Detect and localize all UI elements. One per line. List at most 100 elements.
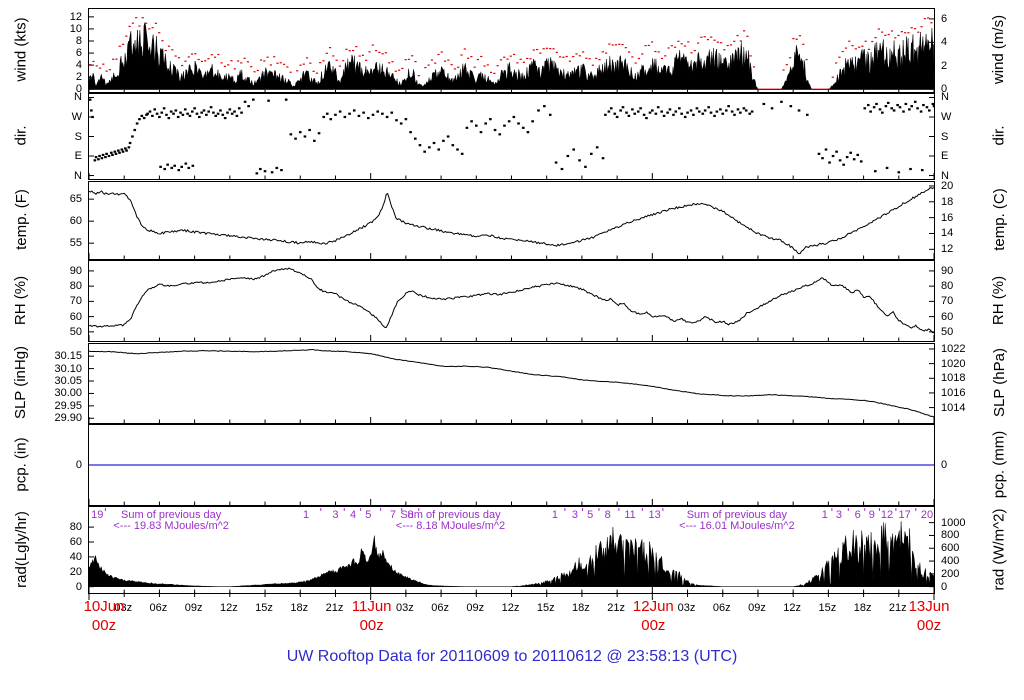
axis-title-left-text: SLP (inHg) [12, 345, 30, 420]
dir-point [180, 165, 184, 168]
wind-peak-dot [831, 76, 834, 78]
tick-label-left-temp: 60 [69, 215, 82, 228]
dir-point [512, 115, 516, 119]
dir-point [228, 108, 232, 111]
wind-peak-dot [328, 47, 332, 49]
wind-peak-dot [568, 60, 572, 62]
dir-point [89, 98, 92, 101]
wind-peak-dot [572, 56, 575, 58]
dir-point [170, 166, 174, 170]
dir-point [243, 100, 247, 103]
dir-point [166, 163, 169, 166]
wind-peak-dot [335, 59, 338, 61]
time-label-09z: 09z [748, 602, 766, 614]
axis-title-right-text: dir. [990, 125, 1008, 146]
wind-peak-dot [739, 40, 742, 42]
dir-point [678, 107, 681, 110]
dir-point [554, 161, 558, 164]
wind-peak-dot [220, 62, 223, 64]
dir-point [805, 113, 809, 116]
wind-peak-dot [141, 17, 144, 19]
wind-peak-dot [325, 52, 328, 54]
dir-point [308, 128, 311, 132]
wind-peak-dot [154, 22, 157, 24]
wind-peak-dot [746, 35, 749, 37]
dir-point [604, 113, 607, 116]
wind-peak-dot [253, 71, 256, 73]
wind-peak-dot [309, 62, 312, 64]
axis-title-right-rh: RH (%) [986, 260, 1012, 340]
dir-point [181, 113, 185, 116]
wind-peak-dot [650, 41, 654, 43]
wind-peak-dot [171, 49, 174, 51]
panel-rh [88, 260, 935, 342]
wind-peak-dot [526, 57, 529, 60]
wind-peak-dot [381, 53, 384, 55]
dir-point [724, 109, 728, 112]
dir-point [615, 115, 619, 119]
dir-point [325, 112, 329, 115]
axis-title-left-rh: RH (%) [8, 260, 34, 340]
temp-series-line [89, 187, 934, 255]
wind-peak-dot [302, 63, 305, 65]
dir-point [881, 111, 884, 114]
axis-title-right-text: wind (m/s) [990, 14, 1008, 85]
dir-point [489, 118, 492, 121]
dir-point [896, 103, 899, 107]
wind-peak-dot [112, 58, 115, 60]
dir-point [413, 137, 417, 140]
wind-peak-dot [217, 53, 220, 56]
wind-peak-dot [263, 60, 266, 62]
wind-peak-dot [634, 62, 637, 64]
wind-peak-dot [499, 59, 503, 61]
wind-peak-dot [720, 42, 723, 44]
dir-point [689, 109, 693, 112]
wind-peak-dot [516, 62, 519, 64]
wind-peak-dot [851, 45, 854, 47]
wind-peak-dot [562, 56, 565, 58]
wind-peak-dot [457, 66, 460, 68]
dir-point [931, 102, 934, 106]
dir-point [247, 105, 250, 108]
panel-wind-plot [89, 16, 934, 92]
panel-pcp [88, 424, 935, 506]
tick-label-left-slp: 30.15 [54, 350, 82, 363]
dir-point [298, 131, 302, 134]
wind-peak-dot [854, 48, 857, 50]
wind-peak-dot [716, 41, 719, 43]
wind-peak-dot [319, 62, 322, 64]
dir-point [762, 102, 766, 106]
wind-peak-dot [391, 61, 394, 63]
dir-point [878, 108, 882, 111]
dir-point [399, 122, 403, 125]
wind-peak-dot [230, 60, 233, 62]
wind-peak-dot [243, 57, 246, 59]
dir-point [212, 111, 215, 114]
axis-title-right-text: temp. (C) [990, 188, 1008, 251]
dir-point [120, 148, 124, 151]
wind-peak-dot [476, 58, 480, 61]
dir-point [849, 151, 852, 154]
wind-peak-dot [161, 40, 164, 42]
dir-point [109, 151, 113, 154]
wind-peak-dot [164, 49, 167, 52]
axis-title-left-text: dir. [12, 125, 30, 146]
wind-peak-dot [480, 55, 483, 58]
wind-peak-dot [677, 40, 680, 42]
wind-peak-dot [240, 62, 243, 64]
dir-point [789, 105, 793, 108]
dir-point [127, 146, 131, 149]
dir-point [633, 112, 637, 115]
panel-wind [88, 8, 935, 93]
dir-point [317, 132, 321, 135]
dir-point [928, 109, 931, 112]
wind-peak-dot [601, 51, 604, 53]
wind-peak-dot [565, 55, 568, 58]
dir-point [566, 154, 570, 158]
wind-peak-dot [674, 46, 677, 48]
wind-peak-dot [204, 60, 207, 62]
dir-point [460, 152, 464, 155]
dir-point [744, 109, 748, 112]
wind-peak-dot [917, 31, 920, 33]
dir-point [280, 169, 283, 172]
